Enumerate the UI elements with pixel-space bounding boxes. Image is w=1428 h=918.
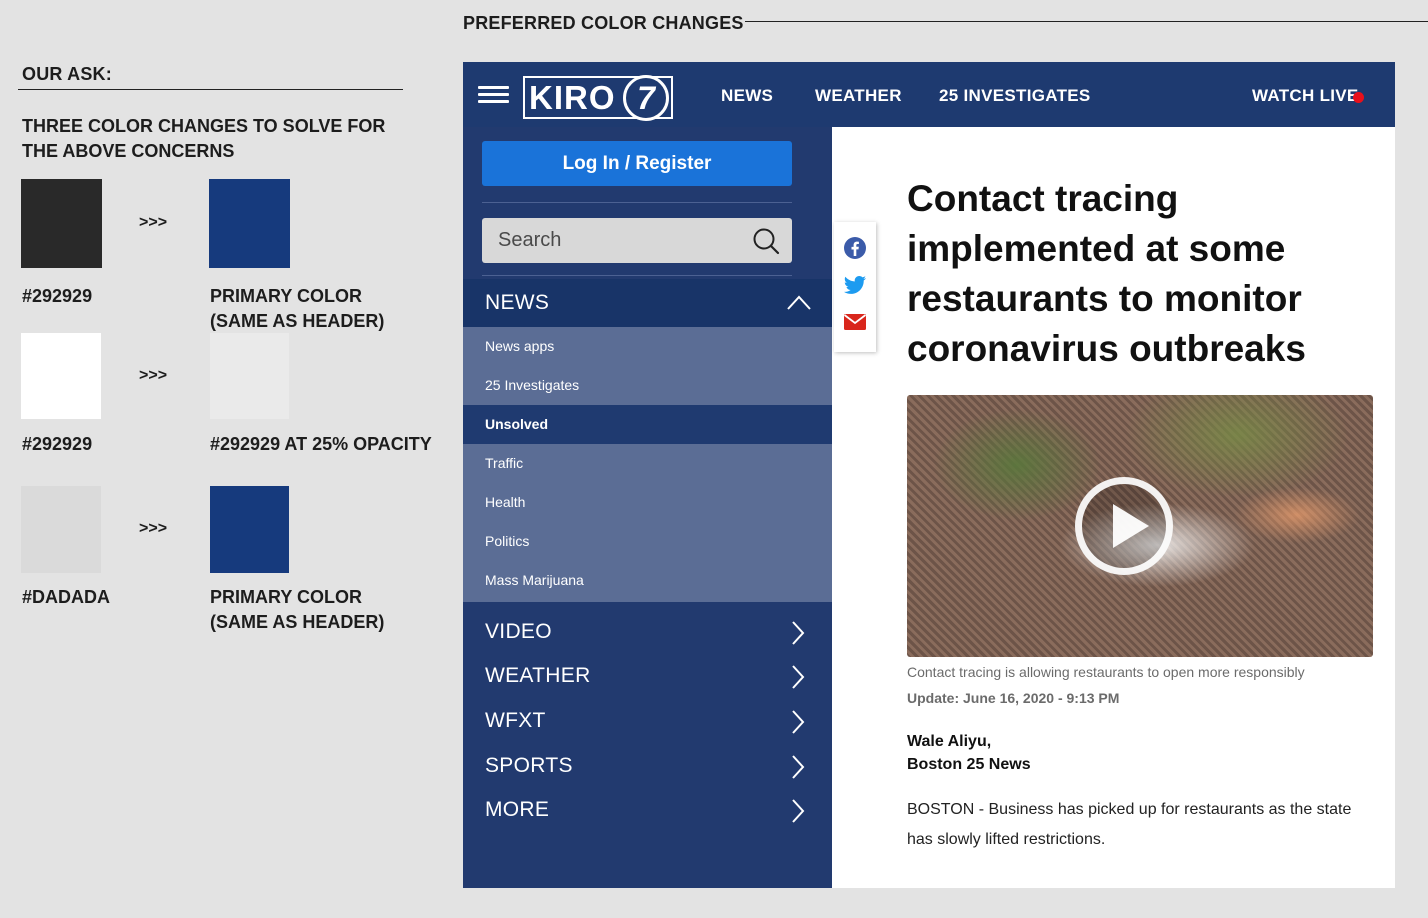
- submenu-item-health[interactable]: Health: [463, 483, 832, 522]
- submenu-item-traffic[interactable]: Traffic: [463, 444, 832, 483]
- site-mockup: KIRO 7 NEWS WEATHER 25 INVESTIGATES WATC…: [463, 62, 1395, 888]
- sidebar-item-label: NEWS: [485, 291, 550, 314]
- swatch-from-3: [21, 486, 101, 573]
- submenu-item-label: 25 Investigates: [485, 377, 580, 393]
- swatch-to-1: [209, 179, 290, 268]
- submenu-item-label: Mass Marijuana: [485, 572, 584, 588]
- section-title: PREFERRED COLOR CHANGES: [463, 13, 744, 33]
- facebook-icon[interactable]: [843, 236, 867, 260]
- update-timestamp: Update: June 16, 2020 - 9:13 PM: [907, 690, 1120, 706]
- swatch-from-label-1: #292929: [22, 286, 93, 306]
- news-submenu: News apps 25 Investigates Unsolved Traff…: [463, 327, 832, 602]
- nav-weather[interactable]: WEATHER: [815, 86, 902, 106]
- swap-arrow-3: >>>: [139, 520, 168, 537]
- logo-seven: 7: [623, 75, 669, 121]
- watch-live-link[interactable]: WATCH LIVE: [1252, 86, 1359, 106]
- swatch-to-label-1b: (SAME AS HEADER): [210, 311, 385, 331]
- sidebar-item-label: SPORTS: [485, 754, 573, 777]
- submenu-item-mass-marijuana[interactable]: Mass Marijuana: [463, 561, 832, 600]
- swatch-from-label-2: #292929: [22, 434, 93, 454]
- submenu-item-label: Traffic: [485, 455, 524, 471]
- sidebar-divider: [482, 202, 792, 203]
- sidebar-item-label: WEATHER: [485, 664, 591, 687]
- submenu-item-label: Unsolved: [485, 416, 549, 432]
- chevron-right-icon: [792, 799, 805, 823]
- submenu-item-unsolved[interactable]: Unsolved: [463, 405, 832, 444]
- play-icon[interactable]: [1075, 477, 1173, 575]
- site-header: KIRO 7 NEWS WEATHER 25 INVESTIGATES WATC…: [463, 62, 1395, 127]
- sidebar-item-weather[interactable]: WEATHER: [463, 655, 832, 699]
- search-icon[interactable]: [752, 227, 780, 255]
- play-triangle: [1113, 504, 1149, 548]
- sidebar-menu: Log In / Register NEWS News apps 25 Inve…: [463, 127, 832, 888]
- sidebar-item-wfxt[interactable]: WFXT: [463, 700, 832, 744]
- sidebar-item-label: WFXT: [485, 709, 546, 732]
- swatch-to-label-1a: PRIMARY COLOR: [210, 286, 363, 306]
- sidebar-item-video[interactable]: VIDEO: [463, 611, 832, 655]
- sidebar-item-sports[interactable]: SPORTS: [463, 745, 832, 789]
- ask-description: THREE COLOR CHANGES TO SOLVE FOR THE ABO…: [22, 116, 386, 161]
- email-icon[interactable]: [843, 310, 867, 334]
- submenu-item-news-apps[interactable]: News apps: [463, 327, 832, 366]
- chevron-right-icon: [792, 621, 805, 645]
- swatch-to-2: [210, 333, 289, 419]
- login-register-button[interactable]: Log In / Register: [482, 141, 792, 186]
- sidebar-item-more[interactable]: MORE: [463, 789, 832, 833]
- sidebar-item-news[interactable]: NEWS: [463, 279, 832, 327]
- section-divider: [745, 21, 1428, 22]
- byline: Wale Aliyu, Boston 25 News: [907, 730, 1031, 776]
- swatch-to-label-3b: (SAME AS HEADER): [210, 612, 385, 632]
- submenu-item-25-investigates[interactable]: 25 Investigates: [463, 366, 832, 405]
- share-rail: [834, 222, 876, 352]
- swatch-to-label-2: #292929 AT 25% OPACITY: [210, 434, 432, 454]
- logo-text: KIRO: [529, 79, 616, 116]
- swatch-from-1: [21, 179, 102, 268]
- video-caption: Contact tracing is allowing restaurants …: [907, 664, 1305, 680]
- hamburger-menu-icon[interactable]: [478, 86, 509, 104]
- nav-news[interactable]: NEWS: [721, 86, 773, 106]
- twitter-icon[interactable]: [843, 273, 867, 297]
- author-outlet: Boston 25 News: [907, 756, 1031, 773]
- submenu-item-label: Health: [485, 494, 526, 510]
- search-box: [482, 218, 792, 263]
- chevron-right-icon: [792, 665, 805, 689]
- article-body: BOSTON - Business has picked up for rest…: [907, 801, 1352, 848]
- sidebar-item-label: MORE: [485, 798, 550, 821]
- sidebar-item-label: VIDEO: [485, 620, 552, 643]
- swatch-to-3: [210, 486, 289, 573]
- ask-title: OUR ASK:: [22, 64, 112, 84]
- author-name: Wale Aliyu,: [907, 733, 992, 750]
- chevron-up-icon: [787, 295, 811, 310]
- submenu-item-label: News apps: [485, 338, 555, 354]
- nav-25-investigates[interactable]: 25 INVESTIGATES: [939, 86, 1091, 106]
- article-headline: Contact tracing implemented at some rest…: [907, 178, 1306, 369]
- chevron-right-icon: [792, 710, 805, 734]
- swap-arrow-1: >>>: [139, 214, 168, 231]
- sidebar-divider: [482, 275, 792, 276]
- live-dot-icon: [1353, 92, 1364, 103]
- submenu-item-politics[interactable]: Politics: [463, 522, 832, 561]
- swatch-to-label-3a: PRIMARY COLOR: [210, 587, 363, 607]
- swatch-from-2: [21, 333, 101, 419]
- submenu-item-label: Politics: [485, 533, 530, 549]
- swatch-from-label-3: #DADADA: [22, 587, 111, 607]
- chevron-right-icon: [792, 755, 805, 779]
- kiro7-logo[interactable]: KIRO 7: [523, 75, 673, 121]
- video-player[interactable]: [907, 395, 1373, 657]
- search-input[interactable]: [482, 218, 742, 263]
- swap-arrow-2: >>>: [139, 367, 168, 384]
- ask-divider: [18, 89, 403, 90]
